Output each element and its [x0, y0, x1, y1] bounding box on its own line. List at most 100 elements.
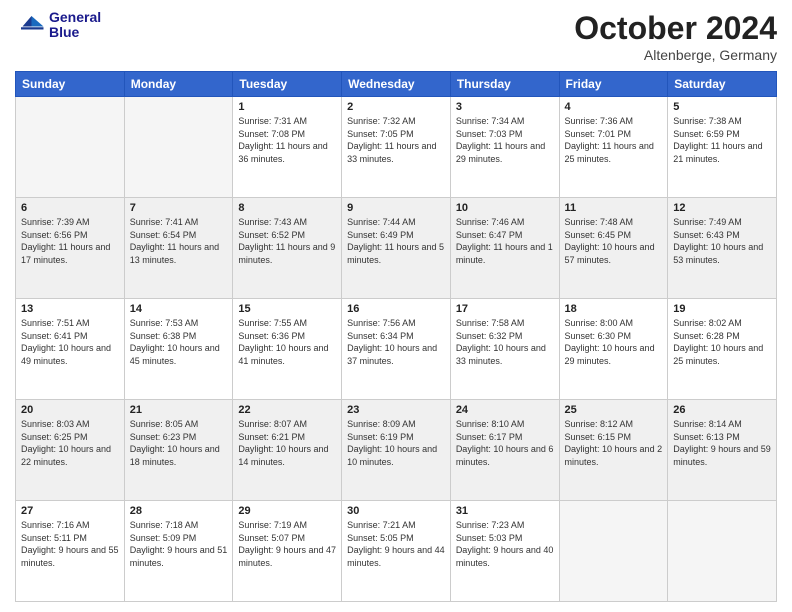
day-info: Sunrise: 7:44 AM Sunset: 6:49 PM Dayligh… — [347, 216, 445, 266]
day-info: Sunrise: 8:00 AM Sunset: 6:30 PM Dayligh… — [565, 317, 663, 367]
calendar-day-cell: 20Sunrise: 8:03 AM Sunset: 6:25 PM Dayli… — [16, 400, 125, 501]
logo-icon — [15, 10, 45, 40]
day-info: Sunrise: 7:34 AM Sunset: 7:03 PM Dayligh… — [456, 115, 554, 165]
calendar-day-cell: 3 Sunrise: 7:34 AM Sunset: 7:03 PM Daylig… — [450, 97, 559, 198]
day-info: Sunrise: 7:32 AM Sunset: 7:05 PM Dayligh… — [347, 115, 445, 165]
calendar-day-cell: 17 Sunrise: 7:58 AM Sunset: 6:32 PM Dayli… — [450, 299, 559, 400]
calendar-day-cell — [668, 501, 777, 602]
day-of-week-header: Monday — [124, 72, 233, 97]
day-number: 20 — [21, 404, 119, 416]
calendar-week-row: 13 Sunrise: 7:51 AM Sunset: 6:41 PM Dayli… — [16, 299, 777, 400]
calendar-day-cell: 15Sunrise: 7:55 AM Sunset: 6:36 PM Dayli… — [233, 299, 342, 400]
day-info: Sunrise: 7:56 AM Sunset: 6:34 PM Dayligh… — [347, 317, 445, 367]
day-number: 9 — [347, 202, 445, 214]
calendar-week-row: 27 Sunrise: 7:16 AM Sunset: 5:11 PM Dayli… — [16, 501, 777, 602]
logo-text: General Blue — [49, 10, 101, 41]
day-number: 13 — [21, 303, 119, 315]
day-info: Sunrise: 7:58 AM Sunset: 6:32 PM Dayligh… — [456, 317, 554, 367]
day-info: Sunrise: 7:51 AM Sunset: 6:41 PM Dayligh… — [21, 317, 119, 367]
day-number: 18 — [565, 303, 663, 315]
calendar-day-cell — [559, 501, 668, 602]
calendar-day-cell: 6 Sunrise: 7:39 AM Sunset: 6:56 PM Daylig… — [16, 198, 125, 299]
calendar-day-cell: 29Sunrise: 7:19 AM Sunset: 5:07 PM Dayli… — [233, 501, 342, 602]
day-number: 28 — [130, 505, 228, 517]
header: General Blue October 2024 Altenberge, Ge… — [15, 10, 777, 63]
day-number: 3 — [456, 101, 554, 113]
day-info: Sunrise: 8:05 AM Sunset: 6:23 PM Dayligh… — [130, 418, 228, 468]
day-number: 6 — [21, 202, 119, 214]
title-area: October 2024 Altenberge, Germany — [574, 10, 777, 63]
calendar-week-row: 20Sunrise: 8:03 AM Sunset: 6:25 PM Dayli… — [16, 400, 777, 501]
day-number: 1 — [238, 101, 336, 113]
calendar-day-cell: 19 Sunrise: 8:02 AM Sunset: 6:28 PM Dayli… — [668, 299, 777, 400]
day-number: 22 — [238, 404, 336, 416]
calendar-day-cell: 8Sunrise: 7:43 AM Sunset: 6:52 PM Daylig… — [233, 198, 342, 299]
calendar-day-cell: 11 Sunrise: 7:48 AM Sunset: 6:45 PM Dayli… — [559, 198, 668, 299]
calendar-day-cell: 10Sunrise: 7:46 AM Sunset: 6:47 PM Dayli… — [450, 198, 559, 299]
day-number: 26 — [673, 404, 771, 416]
calendar-header-row: SundayMondayTuesdayWednesdayThursdayFrid… — [16, 72, 777, 97]
location-subtitle: Altenberge, Germany — [574, 47, 777, 63]
day-number: 17 — [456, 303, 554, 315]
calendar-day-cell: 7 Sunrise: 7:41 AM Sunset: 6:54 PM Daylig… — [124, 198, 233, 299]
day-info: Sunrise: 7:36 AM Sunset: 7:01 PM Dayligh… — [565, 115, 663, 165]
day-info: Sunrise: 7:41 AM Sunset: 6:54 PM Dayligh… — [130, 216, 228, 266]
day-of-week-header: Wednesday — [342, 72, 451, 97]
day-info: Sunrise: 7:38 AM Sunset: 6:59 PM Dayligh… — [673, 115, 771, 165]
day-number: 15 — [238, 303, 336, 315]
calendar-day-cell: 28Sunrise: 7:18 AM Sunset: 5:09 PM Dayli… — [124, 501, 233, 602]
day-number: 21 — [130, 404, 228, 416]
calendar-day-cell: 2 Sunrise: 7:32 AM Sunset: 7:05 PM Daylig… — [342, 97, 451, 198]
calendar-day-cell: 4 Sunrise: 7:36 AM Sunset: 7:01 PM Daylig… — [559, 97, 668, 198]
day-number: 12 — [673, 202, 771, 214]
day-number: 27 — [21, 505, 119, 517]
calendar-day-cell: 27 Sunrise: 7:16 AM Sunset: 5:11 PM Dayli… — [16, 501, 125, 602]
calendar-day-cell: 25Sunrise: 8:12 AM Sunset: 6:15 PM Dayli… — [559, 400, 668, 501]
day-of-week-header: Sunday — [16, 72, 125, 97]
calendar-day-cell: 13 Sunrise: 7:51 AM Sunset: 6:41 PM Dayli… — [16, 299, 125, 400]
day-info: Sunrise: 7:21 AM Sunset: 5:05 PM Dayligh… — [347, 519, 445, 569]
day-info: Sunrise: 7:23 AM Sunset: 5:03 PM Dayligh… — [456, 519, 554, 569]
day-info: Sunrise: 7:16 AM Sunset: 5:11 PM Dayligh… — [21, 519, 119, 569]
calendar-day-cell: 31 Sunrise: 7:23 AM Sunset: 5:03 PM Dayli… — [450, 501, 559, 602]
logo-line2: Blue — [49, 25, 101, 40]
day-of-week-header: Thursday — [450, 72, 559, 97]
day-number: 11 — [565, 202, 663, 214]
day-info: Sunrise: 7:49 AM Sunset: 6:43 PM Dayligh… — [673, 216, 771, 266]
day-info: Sunrise: 8:02 AM Sunset: 6:28 PM Dayligh… — [673, 317, 771, 367]
day-info: Sunrise: 8:10 AM Sunset: 6:17 PM Dayligh… — [456, 418, 554, 468]
day-of-week-header: Friday — [559, 72, 668, 97]
calendar-page: General Blue October 2024 Altenberge, Ge… — [0, 0, 792, 612]
day-info: Sunrise: 7:31 AM Sunset: 7:08 PM Dayligh… — [238, 115, 336, 165]
day-number: 4 — [565, 101, 663, 113]
day-info: Sunrise: 7:39 AM Sunset: 6:56 PM Dayligh… — [21, 216, 119, 266]
day-info: Sunrise: 7:53 AM Sunset: 6:38 PM Dayligh… — [130, 317, 228, 367]
calendar-day-cell: 22Sunrise: 8:07 AM Sunset: 6:21 PM Dayli… — [233, 400, 342, 501]
calendar-week-row: 1 Sunrise: 7:31 AM Sunset: 7:08 PM Daylig… — [16, 97, 777, 198]
calendar-day-cell: 18 Sunrise: 8:00 AM Sunset: 6:30 PM Dayli… — [559, 299, 668, 400]
calendar-day-cell: 5 Sunrise: 7:38 AM Sunset: 6:59 PM Daylig… — [668, 97, 777, 198]
day-number: 31 — [456, 505, 554, 517]
day-number: 2 — [347, 101, 445, 113]
day-info: Sunrise: 7:43 AM Sunset: 6:52 PM Dayligh… — [238, 216, 336, 266]
day-info: Sunrise: 7:46 AM Sunset: 6:47 PM Dayligh… — [456, 216, 554, 266]
day-number: 7 — [130, 202, 228, 214]
logo-line1: General — [49, 10, 101, 25]
calendar-day-cell: 21 Sunrise: 8:05 AM Sunset: 6:23 PM Dayli… — [124, 400, 233, 501]
day-number: 5 — [673, 101, 771, 113]
calendar-day-cell: 12 Sunrise: 7:49 AM Sunset: 6:43 PM Dayli… — [668, 198, 777, 299]
day-info: Sunrise: 8:14 AM Sunset: 6:13 PM Dayligh… — [673, 418, 771, 468]
day-number: 24 — [456, 404, 554, 416]
day-number: 30 — [347, 505, 445, 517]
day-number: 23 — [347, 404, 445, 416]
calendar-day-cell: 26 Sunrise: 8:14 AM Sunset: 6:13 PM Dayli… — [668, 400, 777, 501]
calendar-day-cell: 23 Sunrise: 8:09 AM Sunset: 6:19 PM Dayli… — [342, 400, 451, 501]
day-info: Sunrise: 8:09 AM Sunset: 6:19 PM Dayligh… — [347, 418, 445, 468]
day-info: Sunrise: 7:48 AM Sunset: 6:45 PM Dayligh… — [565, 216, 663, 266]
day-number: 16 — [347, 303, 445, 315]
calendar-day-cell: 9 Sunrise: 7:44 AM Sunset: 6:49 PM Daylig… — [342, 198, 451, 299]
calendar-day-cell: 24 Sunrise: 8:10 AM Sunset: 6:17 PM Dayli… — [450, 400, 559, 501]
calendar-day-cell — [124, 97, 233, 198]
day-number: 19 — [673, 303, 771, 315]
calendar-day-cell — [16, 97, 125, 198]
